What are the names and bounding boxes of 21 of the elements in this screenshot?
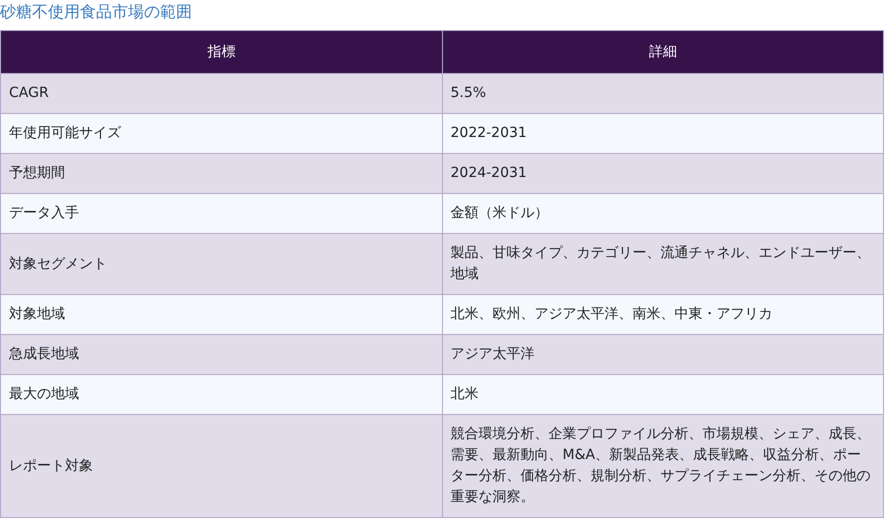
column-header: 指標 [0,30,442,74]
table-cell: データ入手 [0,194,442,234]
table-cell: CAGR [0,74,442,114]
table-cell: 5.5% [442,74,884,114]
table-cell: 対象セグメント [0,234,442,294]
table-cell: 予想期間 [0,154,442,194]
table-cell: レポート対象 [0,414,442,518]
table-cell: 2022-2031 [442,114,884,154]
table-cell: 競合環境分析、企業プロファイル分析、市場規模、シェア、成長、需要、最新動向、M&A、新製品発表、成長戦略、収益分析、ポーター分析、価格分析、規制分析、サプライチェーン分析、その他の重要な洞察。 [442,414,884,518]
table-cell: 北米、欧州、アジア太平洋、南米、中東・アフリカ [442,294,884,334]
table-cell: 最大の地域 [0,374,442,414]
section-title: 砂糖不使用食品市場の範囲 [0,1,192,23]
table-cell: 対象地域 [0,294,442,334]
table-cell: 製品、甘味タイプ、カテゴリー、流通チャネル、エンドユーザー、地域 [442,234,884,294]
table-cell: 年使用可能サイズ [0,114,442,154]
table-cell: アジア太平洋 [442,334,884,374]
column-header: 詳細 [442,30,884,74]
table-cell: 金額（米ドル） [442,194,884,234]
table-cell: 急成長地域 [0,334,442,374]
table-cell: 北米 [442,374,884,414]
table-cell: 2024-2031 [442,154,884,194]
